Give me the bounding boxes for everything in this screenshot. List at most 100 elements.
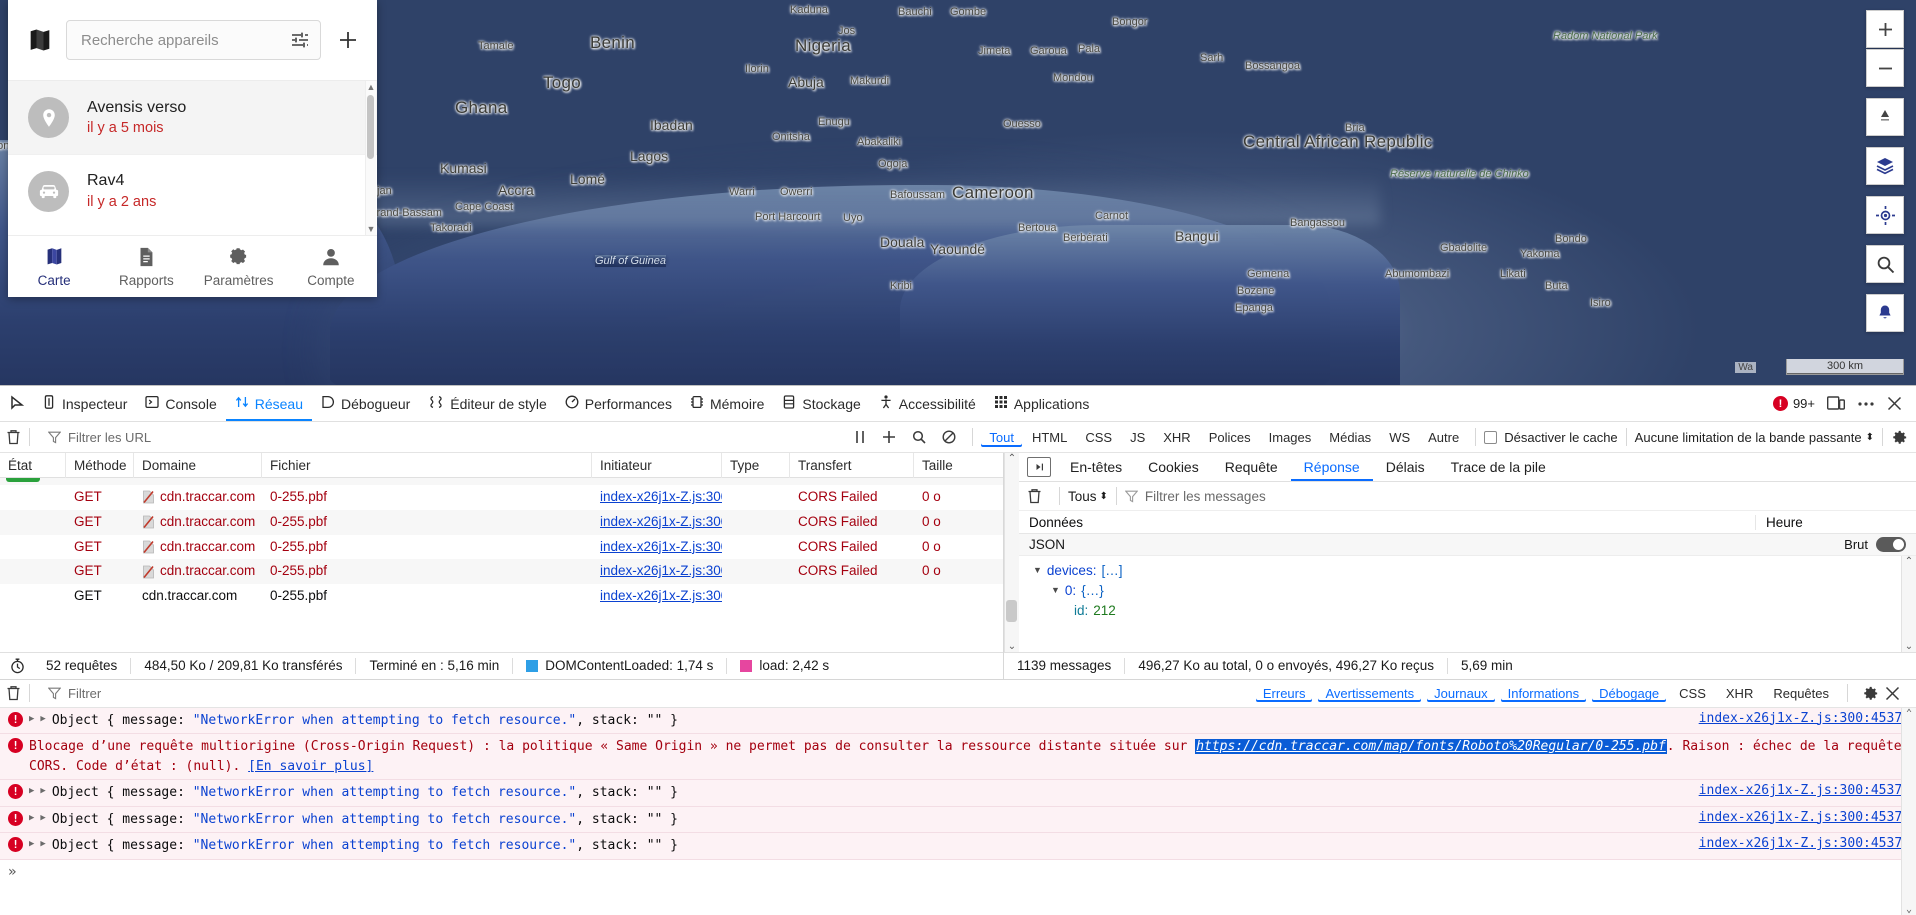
search-icon[interactable] xyxy=(1866,245,1904,283)
network-request-row[interactable]: GET cdn.traccar.com 0-255.pbf index-x26j1x-… xyxy=(0,509,1003,535)
chevron-down-icon[interactable]: ▼ xyxy=(1033,565,1042,575)
add-device-button[interactable] xyxy=(333,25,363,55)
devtools-tab-performances[interactable]: Performances xyxy=(556,387,681,421)
gear-icon[interactable] xyxy=(1891,429,1908,446)
panel-tab-bar[interactable]: Carte Rapports Paramètres Compte xyxy=(8,235,377,297)
locate-icon[interactable] xyxy=(1866,196,1904,234)
initiator-link[interactable]: index-x26j1x-Z.js:300 xyxy=(600,588,722,603)
console-filter-requ-tes[interactable]: Requêtes xyxy=(1766,685,1836,702)
zoom-out-icon[interactable] xyxy=(1866,49,1904,87)
network-scrollbar[interactable]: ⌃ ⌄ xyxy=(1004,453,1019,652)
json-tree-row[interactable]: id: 212 xyxy=(1033,600,1916,620)
disable-cache-checkbox[interactable]: Désactiver le cache xyxy=(1484,430,1618,445)
cors-url[interactable]: https://cdn.traccar.com/map/fonts/Roboto… xyxy=(1195,739,1667,754)
device-list-scrollbar[interactable]: ▲ ▼ xyxy=(365,81,376,235)
tab-parametres[interactable]: Paramètres xyxy=(193,236,285,297)
column-header-heure[interactable]: Heure xyxy=(1756,515,1916,530)
console-message[interactable]: ! ▶ ▶ Object { message: "NetworkError when … xyxy=(0,707,1916,734)
scroll-down-icon[interactable]: ▼ xyxy=(367,223,376,235)
json-tree-row[interactable]: ▼ devices: […] xyxy=(1033,560,1916,580)
search-field[interactable] xyxy=(66,20,321,60)
devtools-tab-inspecteur[interactable]: Inspecteur xyxy=(33,387,136,421)
console-filter-field[interactable] xyxy=(38,685,268,701)
network-type-filter-tout[interactable]: Tout xyxy=(981,428,1022,447)
column-header-type[interactable]: Type xyxy=(722,452,790,478)
raw-toggle[interactable]: Brut xyxy=(1844,537,1906,552)
tab-carte[interactable]: Carte xyxy=(8,236,100,297)
column-header-fichier[interactable]: Fichier xyxy=(262,452,592,478)
devtools-tab-console[interactable]: Console xyxy=(136,387,225,421)
expand-caret-icon[interactable]: ▶ xyxy=(29,786,34,796)
console-prompt[interactable]: » xyxy=(0,860,1916,884)
network-request-row[interactable]: GET cdn.traccar.com 0-255.pbf index-x26j1x-… xyxy=(0,535,1003,560)
network-filter-field[interactable] xyxy=(38,429,308,445)
expand-caret-icon[interactable]: ▶ xyxy=(29,839,34,849)
cell-initiateur[interactable]: index-x26j1x-Z.js:300(… xyxy=(592,584,722,609)
column-header-taille[interactable]: Taille xyxy=(914,453,986,478)
network-type-filter-images[interactable]: Images xyxy=(1261,428,1320,447)
cell-initiateur[interactable]: index-x26j1x-Z.js:300(… xyxy=(592,535,722,560)
scrollbar-thumb[interactable] xyxy=(1006,599,1017,622)
network-rows-viewport[interactable]: GET cdn.traccar.com 0-255.pbf index-x26j1x-… xyxy=(0,478,1003,652)
console-filter-d-bogage[interactable]: Débogage xyxy=(1592,685,1666,702)
console-filter-avertissements[interactable]: Avertissements xyxy=(1318,685,1421,702)
play-in-box-icon[interactable] xyxy=(1027,457,1051,477)
close-icon[interactable] xyxy=(1887,396,1902,411)
console-scrollbar[interactable]: ⌃ ⌄ xyxy=(1901,707,1916,915)
network-type-filter-polices[interactable]: Polices xyxy=(1201,428,1259,447)
expand-caret-icon-2[interactable]: ▶ xyxy=(40,786,45,796)
initiator-link[interactable]: index-x26j1x-Z.js:300 xyxy=(600,563,722,578)
expand-caret-icon[interactable]: ▶ xyxy=(29,714,34,724)
block-icon[interactable] xyxy=(934,430,964,444)
cell-initiateur[interactable]: index-x26j1x-Z.js:300(… xyxy=(592,559,722,584)
network-request-row[interactable]: GET cdn.traccar.com 0-255.pbf index-x26j1x-… xyxy=(0,584,1003,609)
trash-icon[interactable] xyxy=(1027,488,1051,504)
layers-icon[interactable] xyxy=(1866,147,1904,185)
column-header-domaine[interactable]: Domaine xyxy=(134,452,262,478)
cell-initiateur[interactable]: index-x26j1x-Z.js:300(… xyxy=(592,485,722,510)
tab-compte[interactable]: Compte xyxy=(285,236,377,297)
details-tab-requ-te[interactable]: Requête xyxy=(1212,453,1291,481)
message-filter-field[interactable]: Filtrer les messages xyxy=(1124,489,1266,504)
toggle-switch[interactable] xyxy=(1876,537,1906,552)
more-options-icon[interactable] xyxy=(1857,401,1875,407)
pause-icon[interactable] xyxy=(846,430,874,444)
zoom-in-icon[interactable] xyxy=(1866,10,1904,48)
search-input[interactable] xyxy=(81,31,290,49)
devtools-tab-d-bogueur[interactable]: Débogueur xyxy=(312,387,419,421)
map-controls[interactable] xyxy=(1866,10,1904,333)
responsive-design-icon[interactable] xyxy=(1827,395,1845,412)
column-header-methode[interactable]: Méthode xyxy=(66,452,134,478)
device-list-item[interactable]: Rav4 il y a 2 ans xyxy=(8,154,377,227)
checkbox-box[interactable] xyxy=(1484,430,1498,444)
network-type-filter-html[interactable]: HTML xyxy=(1024,428,1075,447)
details-tab-r-ponse[interactable]: Réponse xyxy=(1291,453,1373,481)
expand-caret-icon-2[interactable]: ▶ xyxy=(40,813,45,823)
element-picker-icon[interactable] xyxy=(4,395,33,412)
console-filter-xhr[interactable]: XHR xyxy=(1719,685,1760,702)
details-tab-d-lais[interactable]: Délais xyxy=(1373,453,1438,481)
tune-icon[interactable] xyxy=(290,30,310,50)
column-header-initiateur[interactable]: Initiateur xyxy=(592,452,722,478)
initiator-link[interactable]: index-x26j1x-Z.js:300 xyxy=(600,514,722,529)
console-filter-erreurs[interactable]: Erreurs xyxy=(1256,685,1313,702)
network-type-filter-médias[interactable]: Médias xyxy=(1321,428,1379,447)
column-header-transfert[interactable]: Transfert xyxy=(790,452,914,478)
throttle-select[interactable]: Aucune limitation de la bande passante ⬍ xyxy=(1635,430,1874,445)
scroll-up-icon[interactable]: ⌃ xyxy=(1905,556,1913,567)
console-output[interactable]: ! ▶ ▶ Object { message: "NetworkError when … xyxy=(0,707,1916,915)
tab-rapports[interactable]: Rapports xyxy=(100,236,192,297)
error-count-badge[interactable]: ! 99+ xyxy=(1772,396,1815,411)
scroll-down-icon[interactable]: ⌄ xyxy=(1008,641,1016,652)
initiator-link[interactable]: index-x26j1x-Z.js:300 xyxy=(600,539,722,554)
network-type-filter-css[interactable]: CSS xyxy=(1077,428,1120,447)
details-tab-cookies[interactable]: Cookies xyxy=(1135,453,1212,481)
trash-icon[interactable] xyxy=(6,429,21,445)
initiator-link[interactable]: index-x26j1x-Z.js:300 xyxy=(600,489,722,504)
bell-icon[interactable] xyxy=(1866,294,1904,332)
devtools-tab-accessibilit-[interactable]: Accessibilité xyxy=(870,387,985,421)
message-type-select[interactable]: Tous ⬍ xyxy=(1068,489,1108,504)
expand-caret-icon[interactable]: ▶ xyxy=(29,813,34,823)
network-type-filter-ws[interactable]: WS xyxy=(1381,428,1418,447)
scroll-up-icon[interactable]: ⌃ xyxy=(1008,453,1016,464)
